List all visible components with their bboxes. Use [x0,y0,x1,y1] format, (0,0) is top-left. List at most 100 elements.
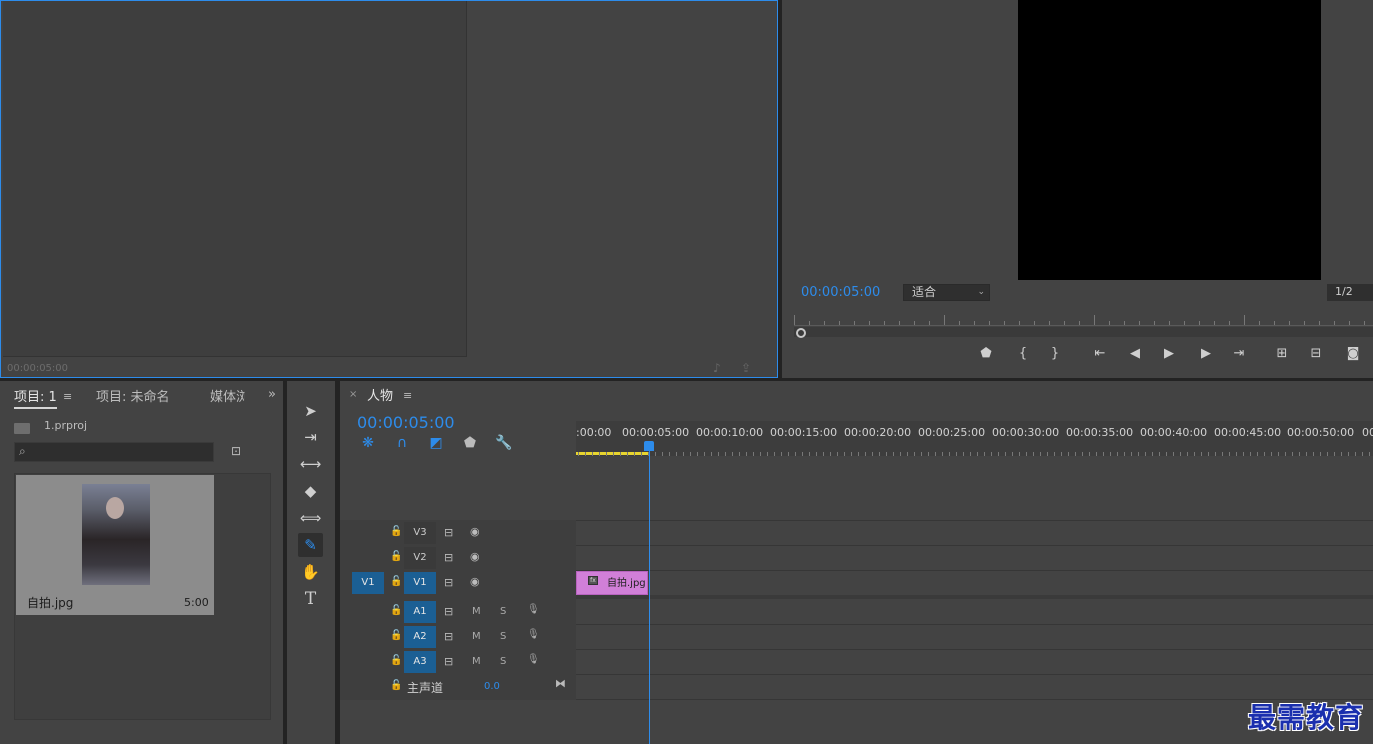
lock-icon[interactable]: 🔓 [390,680,402,691]
microphone-icon[interactable]: 🎙 [527,604,540,615]
extract-icon[interactable]: ⊟ [1306,346,1326,361]
hand-tool-icon[interactable]: ✋ [298,560,323,584]
sequence-name[interactable]: 人物 [367,385,393,404]
track-target-a3[interactable]: A3 [404,651,436,673]
eye-icon[interactable]: ◉ [470,550,480,563]
linked-selection-icon[interactable]: ◩ [427,435,445,451]
ruler-tick [592,452,593,456]
timeline-clip[interactable]: fx 自拍.jpg [576,571,648,595]
mute-button[interactable]: M [472,656,481,667]
track-select-tool-icon[interactable]: ⇥ [298,425,323,449]
bowtie-icon[interactable]: ⧓ [555,677,566,690]
track-target-a1[interactable]: A1 [404,601,436,623]
toggle-sync-icon[interactable]: ⊟ [444,655,453,668]
eye-icon[interactable]: ◉ [470,525,480,538]
audio-export-icon[interactable]: ♪ [713,361,721,375]
solo-button[interactable]: S [500,631,506,642]
toggle-sync-icon[interactable]: ⊟ [444,630,453,643]
mute-button[interactable]: M [472,631,481,642]
microphone-icon[interactable]: 🎙 [527,654,540,665]
step-back-icon[interactable]: ◀ [1125,346,1145,361]
nest-icon[interactable]: ❋ [359,435,377,451]
track-target-v3[interactable]: V3 [404,522,436,544]
playhead-knob[interactable] [796,328,806,338]
new-bin-icon[interactable]: ⊡ [231,444,241,458]
solo-button[interactable]: S [500,606,506,617]
program-timecode[interactable]: 00:00:05:00 [801,285,880,300]
ruler-tick [1327,452,1328,456]
timeline-ruler[interactable]: :00:00 00:00:05:00 00:00:10:00 00:00:15:00 0… [576,421,1373,456]
resolution-dropdown[interactable]: 1/2 [1327,284,1373,301]
toggle-sync-icon[interactable]: ⊟ [444,605,453,618]
more-panels-icon[interactable]: » [268,387,276,402]
ruler-tick [1068,452,1069,456]
ruler-tick [809,321,810,325]
lock-icon[interactable]: 🔓 [390,551,402,562]
type-tool-icon[interactable]: T [298,587,323,611]
eye-icon[interactable]: ◉ [470,575,480,588]
toggle-sync-icon[interactable]: ⊟ [444,551,453,564]
menu-icon[interactable]: ≡ [403,389,412,402]
lock-icon[interactable]: 🔓 [390,655,402,666]
mark-in-icon[interactable]: { [1013,346,1033,361]
ripple-edit-tool-icon[interactable]: ⟷ [298,452,323,476]
search-input[interactable]: ⌕ [14,442,214,462]
clip-thumbnail[interactable]: 自拍.jpg 5:00 [16,475,214,615]
lock-icon[interactable]: 🔓 [390,576,402,587]
ruler-tick [1064,321,1065,325]
track-target-v2[interactable]: V2 [404,547,436,569]
ruler-tick [788,452,789,456]
add-marker-icon[interactable]: ⬟ [461,435,479,451]
snap-icon[interactable]: ∩ [393,435,411,451]
ruler-tick [1184,321,1185,325]
export-frame-icon[interactable]: ◙ [1343,346,1363,361]
track-target-v1[interactable]: V1 [404,572,436,594]
close-icon[interactable]: × [349,389,357,400]
step-forward-icon[interactable]: ▶ [1196,346,1216,361]
go-to-out-icon[interactable]: ⇥ [1229,346,1249,361]
ruler-label: 00:00:40:00 [1140,426,1208,439]
selection-tool-icon[interactable]: ➤ [298,399,323,423]
go-to-in-icon[interactable]: ⇤ [1090,346,1110,361]
play-icon[interactable]: ▶ [1159,346,1179,361]
solo-button[interactable]: S [500,656,506,667]
timeline-timecode[interactable]: 00:00:05:00 [357,413,455,432]
chevron-down-icon: ⌄ [977,287,985,297]
ruler-tick [823,452,824,456]
toggle-sync-icon[interactable]: ⊟ [444,526,453,539]
program-ruler[interactable] [794,312,1373,326]
tab-media-browser[interactable]: 媒体浏 [210,386,245,405]
program-monitor[interactable]: 00:00:05:00 适合 ⌄ 1/2 ⬟ { } ⇤ ◀ ▶ ▶ ⇥ ⊞ ⊟ … [782,0,1373,378]
lock-icon[interactable]: 🔓 [390,605,402,616]
pen-tool-icon[interactable]: ✎ [298,533,323,557]
ruler-tick [1278,452,1279,456]
video-audio-divider[interactable] [576,595,1373,599]
export-icon[interactable]: ⇪ [741,361,751,375]
ruler-tick [613,452,614,456]
lock-icon[interactable]: 🔓 [390,526,402,537]
ruler-tick [1215,452,1216,456]
add-marker-icon[interactable]: ⬟ [976,346,996,361]
tab-project-1[interactable]: 项目: 1 [14,386,57,409]
mark-out-icon[interactable]: } [1045,346,1065,361]
program-scrubber[interactable] [794,327,1373,338]
source-patch-v1[interactable]: V1 [352,572,384,594]
wrench-icon[interactable]: 🔧 [495,435,513,451]
source-monitor[interactable]: 00:00:05:00 ♪ ⇪ [0,0,778,378]
razor-tool-icon[interactable]: ◆ [298,479,323,503]
track-target-a2[interactable]: A2 [404,626,436,648]
toggle-sync-icon[interactable]: ⊟ [444,576,453,589]
ruler-tick [1019,321,1020,325]
mute-button[interactable]: M [472,606,481,617]
tab-project-unnamed[interactable]: 项目: 未命名 [96,386,170,405]
slip-tool-icon[interactable]: ⟺ [298,506,323,530]
ruler-tick [1334,321,1335,325]
source-timecode[interactable]: 00:00:05:00 [7,363,68,374]
ruler-tick [1229,321,1230,325]
lift-icon[interactable]: ⊞ [1272,346,1292,361]
microphone-icon[interactable]: 🎙 [527,629,540,640]
master-volume[interactable]: 0.0 [484,681,500,692]
fit-dropdown[interactable]: 适合 ⌄ [903,284,990,301]
menu-icon[interactable]: ≡ [63,390,72,403]
lock-icon[interactable]: 🔓 [390,630,402,641]
